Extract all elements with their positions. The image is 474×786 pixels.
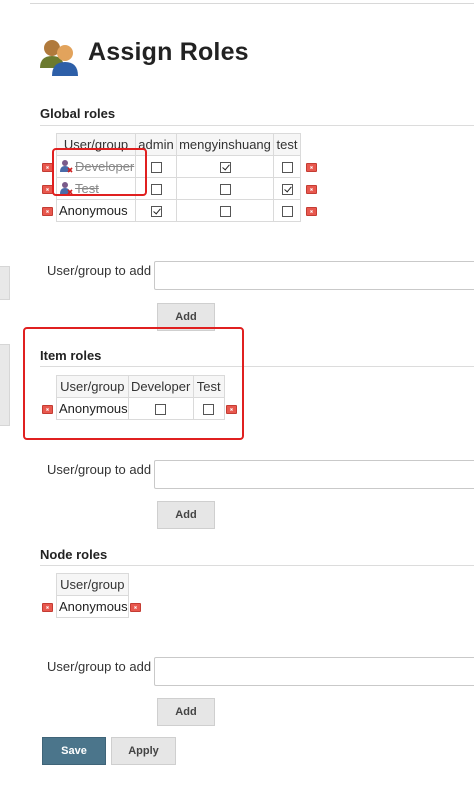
node-roles-title: Node roles [40, 547, 108, 562]
save-button[interactable]: Save [42, 737, 106, 765]
apply-button[interactable]: Apply [111, 737, 176, 765]
side-panel-edge [0, 266, 10, 300]
top-divider [30, 3, 474, 4]
users-roles-icon [40, 40, 78, 76]
row-user-cell: Anonymous [56, 199, 136, 222]
section-divider [40, 565, 474, 566]
checkbox-cell [176, 199, 274, 222]
section-divider [40, 125, 474, 126]
table-row: Anonymous [56, 595, 129, 618]
page-title: Assign Roles [88, 38, 249, 66]
node-roles-table: User/group Anonymous [56, 573, 129, 618]
item-add-button[interactable]: Add [157, 501, 215, 529]
checkbox-anonymous-test[interactable] [281, 206, 293, 218]
checkbox-developer-admin[interactable] [150, 162, 162, 174]
checkbox-developer-test[interactable] [281, 162, 293, 174]
table-header-row: User/group [56, 573, 129, 596]
checkbox-test-mengyinshuang[interactable] [219, 184, 231, 196]
column-header-mengyinshuang: mengyinshuang [176, 133, 274, 156]
annotation-highlight-box [52, 148, 147, 196]
row-user-cell: Anonymous [56, 595, 129, 618]
annotation-highlight-box [23, 327, 244, 440]
column-header-test: test [273, 133, 301, 156]
item-add-label: User/group to add [47, 462, 152, 477]
delete-row-anonymous-icon[interactable] [42, 207, 53, 216]
delete-row-anonymous-icon[interactable] [42, 603, 53, 612]
checkbox-anonymous-mengyinshuang[interactable] [219, 206, 231, 218]
column-header-user-group: User/group [56, 573, 129, 596]
checkbox-cell [176, 177, 274, 200]
side-panel-edge [0, 344, 10, 426]
node-add-label: User/group to add [47, 659, 152, 674]
global-roles-title: Global roles [40, 106, 116, 121]
user-name-anonymous: Anonymous [59, 599, 128, 614]
node-user-group-input[interactable] [154, 657, 474, 686]
checkbox-test-test[interactable] [281, 184, 293, 196]
checkbox-cell [273, 177, 301, 200]
checkbox-developer-mengyinshuang[interactable] [219, 162, 231, 174]
delete-row-anonymous-icon[interactable] [306, 207, 317, 216]
delete-row-developer-icon[interactable] [306, 163, 317, 172]
checkbox-test-admin[interactable] [150, 184, 162, 196]
delete-row-anonymous-icon[interactable] [130, 603, 141, 612]
user-name-anonymous: Anonymous [59, 203, 128, 218]
delete-row-test-icon[interactable] [306, 185, 317, 194]
item-user-group-input[interactable] [154, 460, 474, 489]
table-row: Anonymous [56, 199, 301, 222]
global-add-label: User/group to add [47, 263, 152, 278]
checkbox-cell [176, 155, 274, 178]
checkbox-cell [273, 155, 301, 178]
global-user-group-input[interactable] [154, 261, 474, 290]
node-add-button[interactable]: Add [157, 698, 215, 726]
checkbox-anonymous-admin[interactable] [150, 206, 162, 218]
checkbox-cell [135, 199, 177, 222]
checkbox-cell [273, 199, 301, 222]
